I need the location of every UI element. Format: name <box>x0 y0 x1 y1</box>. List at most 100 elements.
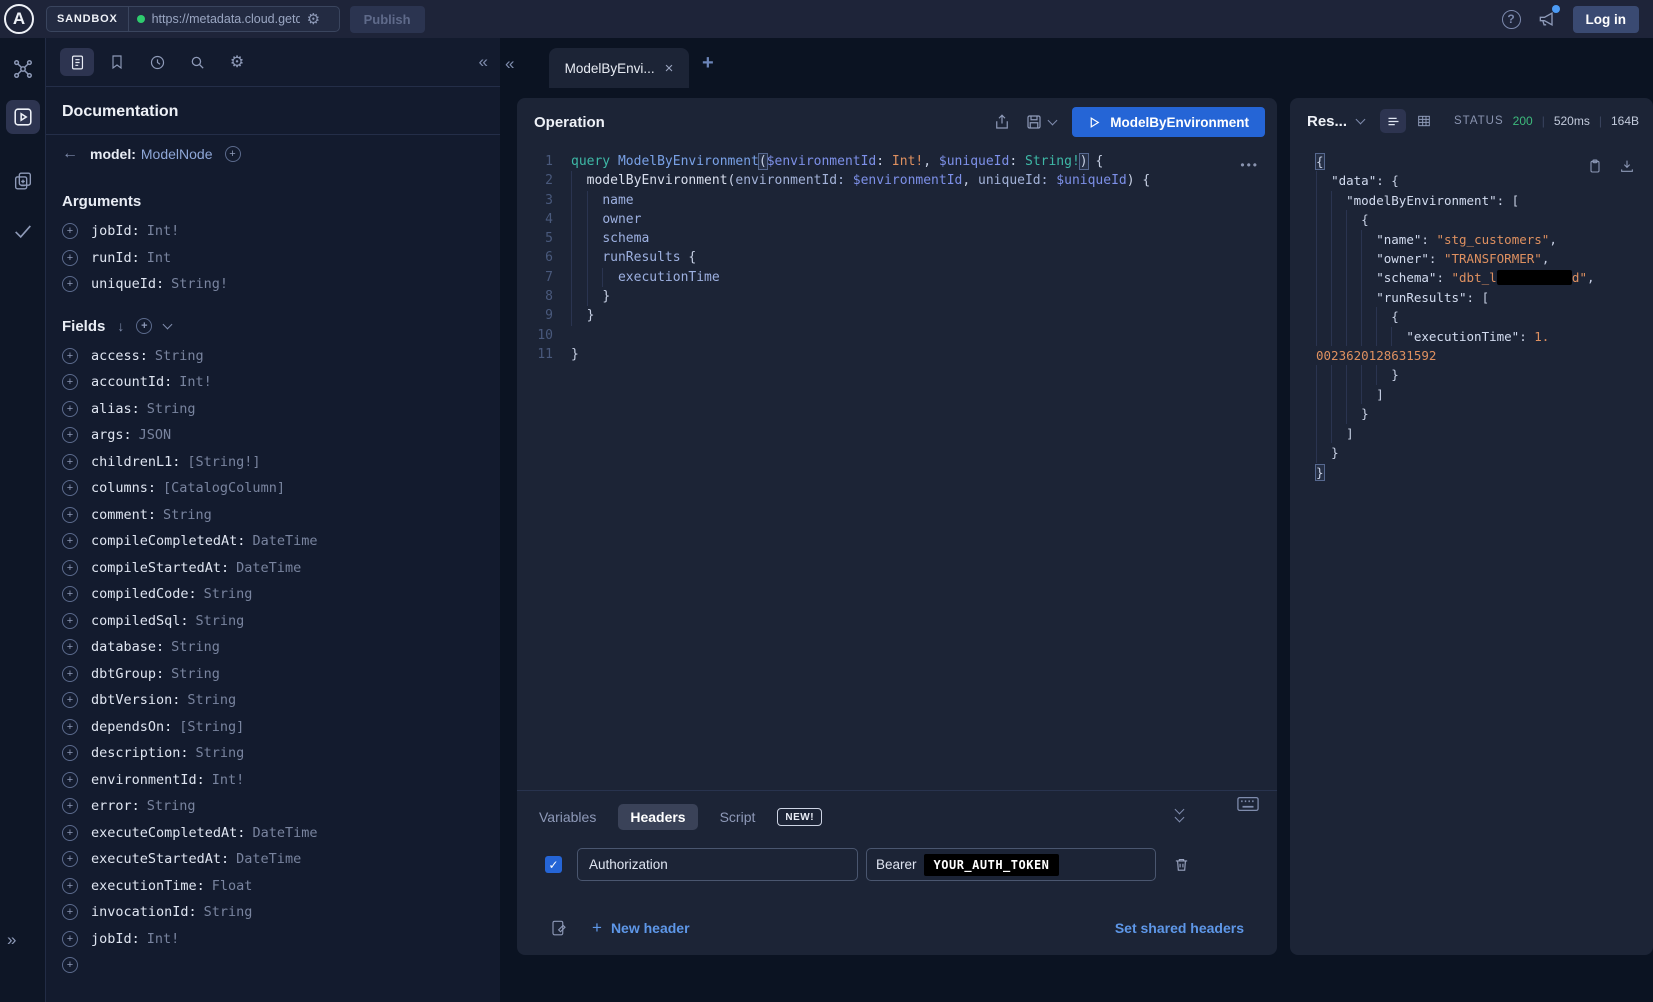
field-row[interactable]: + access: String <box>46 343 500 370</box>
field-row[interactable]: + database: String <box>46 634 500 661</box>
expand-rail-icon[interactable]: » <box>7 930 16 950</box>
add-field-button[interactable]: + <box>62 613 78 629</box>
add-field-button[interactable]: + <box>62 878 78 894</box>
field-row[interactable]: + childrenL1: [String!] <box>46 449 500 476</box>
nav-explorer-icon[interactable] <box>6 100 40 134</box>
share-icon[interactable] <box>993 113 1011 131</box>
announcements-icon[interactable] <box>1537 9 1557 29</box>
field-row[interactable]: + environmentId: Int! <box>46 767 500 794</box>
collapse-request-section-icon[interactable] <box>1176 806 1183 821</box>
tab-script[interactable]: Script <box>720 809 756 825</box>
documentation-tab-icon[interactable] <box>60 48 94 76</box>
bookmarks-tab-icon[interactable] <box>100 48 134 76</box>
field-row[interactable]: + dependsOn: [String] <box>46 714 500 741</box>
field-row[interactable]: + description: String <box>46 740 500 767</box>
add-field-button[interactable]: + <box>62 931 78 947</box>
field-row[interactable]: + compileCompletedAt: DateTime <box>46 528 500 555</box>
add-field-button[interactable]: + <box>62 745 78 761</box>
tab-variables[interactable]: Variables <box>539 809 596 825</box>
close-tab-icon[interactable]: × <box>665 60 674 77</box>
collapse-left-icon[interactable]: « <box>505 54 514 74</box>
breadcrumb-type[interactable]: ModelNode <box>141 146 213 162</box>
field-row[interactable]: + compileStartedAt: DateTime <box>46 555 500 582</box>
sort-fields-icon[interactable]: ↓ <box>117 318 124 334</box>
chevron-down-icon[interactable] <box>163 319 173 329</box>
add-field-button[interactable]: + <box>62 772 78 788</box>
header-enabled-checkbox[interactable]: ✓ <box>545 856 562 873</box>
nav-checks-icon[interactable] <box>6 214 40 248</box>
save-icon[interactable] <box>1025 113 1056 131</box>
header-key-input[interactable] <box>577 848 858 881</box>
graphql-editor[interactable]: ••• 1 query ModelByEnvironment($environm… <box>517 146 1277 364</box>
login-button[interactable]: Log in <box>1573 6 1640 33</box>
field-row[interactable]: + executeStartedAt: DateTime <box>46 846 500 873</box>
add-field-button[interactable]: + <box>62 825 78 841</box>
edit-headers-json-icon[interactable] <box>550 919 568 937</box>
back-arrow-icon[interactable]: ← <box>62 145 78 163</box>
editor-menu-icon[interactable]: ••• <box>1240 156 1259 175</box>
add-field-button[interactable]: + <box>62 957 78 973</box>
add-type-button[interactable]: + <box>225 146 241 162</box>
response-json[interactable]: { "data": { "modelByEnvironment": [ { "n… <box>1290 144 1653 482</box>
help-icon[interactable]: ? <box>1502 10 1521 29</box>
field-row[interactable]: + accountId: Int! <box>46 369 500 396</box>
search-icon[interactable] <box>180 48 214 76</box>
add-field-button[interactable]: + <box>62 586 78 602</box>
add-field-button[interactable]: + <box>62 507 78 523</box>
add-field-button[interactable]: + <box>62 719 78 735</box>
field-row[interactable]: + args: JSON <box>46 422 500 449</box>
add-field-button[interactable]: + <box>62 666 78 682</box>
add-field-button[interactable]: + <box>62 427 78 443</box>
field-row[interactable]: + executionTime: Float <box>46 873 500 900</box>
field-row[interactable]: + columns: [CatalogColumn] <box>46 475 500 502</box>
collapse-doc-panel-icon[interactable]: « <box>479 52 488 72</box>
field-row[interactable]: + compiledCode: String <box>46 581 500 608</box>
add-argument-button[interactable]: + <box>62 276 78 292</box>
save-options-chevron-icon[interactable] <box>1048 116 1058 126</box>
add-field-button[interactable]: + <box>62 851 78 867</box>
add-field-button[interactable]: + <box>62 454 78 470</box>
connection-settings-icon[interactable]: ⚙ <box>307 12 320 27</box>
apollo-logo[interactable]: A <box>4 4 34 34</box>
add-field-button[interactable]: + <box>62 374 78 390</box>
field-row-partial[interactable]: + <box>46 952 500 979</box>
run-operation-button[interactable]: ModelByEnvironment <box>1072 107 1265 137</box>
field-row[interactable]: + dbtGroup: String <box>46 661 500 688</box>
tree-view-icon[interactable] <box>1380 109 1406 133</box>
keyboard-shortcuts-icon[interactable] <box>1237 796 1259 812</box>
field-row[interactable]: + jobId: Int! <box>46 926 500 953</box>
add-field-button[interactable]: + <box>62 639 78 655</box>
nav-operations-icon[interactable] <box>6 164 40 198</box>
field-row[interactable]: + invocationId: String <box>46 899 500 926</box>
settings-gear-icon[interactable]: ⚙ <box>220 48 254 76</box>
new-header-button[interactable]: + New header <box>592 918 690 938</box>
add-field-button[interactable]: + <box>62 560 78 576</box>
delete-header-icon[interactable] <box>1173 856 1190 873</box>
add-field-button[interactable]: + <box>62 348 78 364</box>
argument-row[interactable]: + runId: Int <box>46 245 500 272</box>
add-field-button[interactable]: + <box>62 533 78 549</box>
add-argument-button[interactable]: + <box>62 223 78 239</box>
header-value-input[interactable]: Bearer YOUR_AUTH_TOKEN <box>866 848 1156 881</box>
tab-headers[interactable]: Headers <box>618 804 697 830</box>
add-field-button[interactable]: + <box>62 401 78 417</box>
set-shared-headers-link[interactable]: Set shared headers <box>1115 920 1244 936</box>
operation-tab[interactable]: ModelByEnvi... × <box>549 48 689 88</box>
table-view-icon[interactable] <box>1416 113 1432 129</box>
field-row[interactable]: + comment: String <box>46 502 500 529</box>
field-row[interactable]: + alias: String <box>46 396 500 423</box>
field-row[interactable]: + executeCompletedAt: DateTime <box>46 820 500 847</box>
argument-row[interactable]: + jobId: Int! <box>46 218 500 245</box>
add-field-button[interactable]: + <box>62 904 78 920</box>
field-row[interactable]: + compiledSql: String <box>46 608 500 635</box>
add-field-button[interactable]: + <box>62 692 78 708</box>
publish-button[interactable]: Publish <box>350 6 425 33</box>
new-tab-icon[interactable]: + <box>702 52 714 75</box>
history-tab-icon[interactable] <box>140 48 174 76</box>
field-row[interactable]: + error: String <box>46 793 500 820</box>
nav-schema-icon[interactable] <box>6 52 40 86</box>
add-argument-button[interactable]: + <box>62 250 78 266</box>
add-all-fields-button[interactable]: + <box>136 318 152 334</box>
add-field-button[interactable]: + <box>62 480 78 496</box>
add-field-button[interactable]: + <box>62 798 78 814</box>
